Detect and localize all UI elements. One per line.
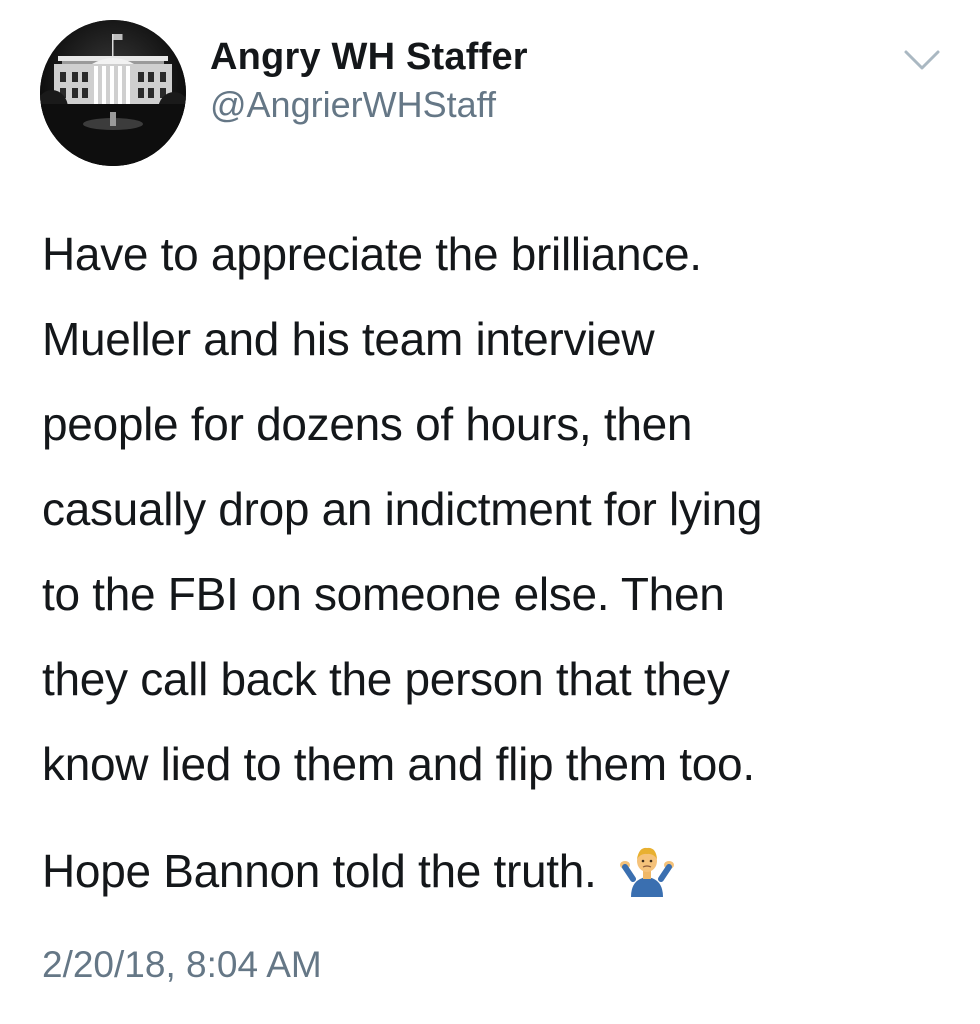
display-name[interactable]: Angry WH Staffer [210, 36, 528, 79]
tweet-line: Hope Bannon told the truth. [42, 845, 597, 897]
username-handle[interactable]: @AngrierWHStaff [210, 84, 496, 126]
tweet-line: people for dozens of hours, then [42, 398, 693, 450]
tweet-line: know lied to them and flip them too. [42, 738, 755, 790]
white-house-icon [40, 20, 186, 166]
tweet-line: Mueller and his team interview [42, 313, 655, 365]
tweet-body: Have to appreciate the brilliance. Muell… [42, 212, 952, 807]
tweet-line: they call back the person that they [42, 653, 730, 705]
chevron-down-icon [904, 50, 940, 70]
tweet-line: to the FBI on someone else. Then [42, 568, 725, 620]
tweet-menu-button[interactable] [898, 46, 946, 76]
tweet-second-paragraph: Hope Bannon told the truth. [42, 836, 675, 906]
tweet-timestamp[interactable]: 2/20/18, 8:04 AM [42, 944, 322, 986]
avatar[interactable] [40, 20, 186, 166]
man-shrugging-emoji [619, 845, 675, 897]
tweet-line: casually drop an indictment for lying [42, 483, 763, 535]
tweet-card: Angry WH Staffer @AngrierWHStaff Have to… [0, 0, 980, 1024]
tweet-line: Have to appreciate the brilliance. [42, 228, 702, 280]
